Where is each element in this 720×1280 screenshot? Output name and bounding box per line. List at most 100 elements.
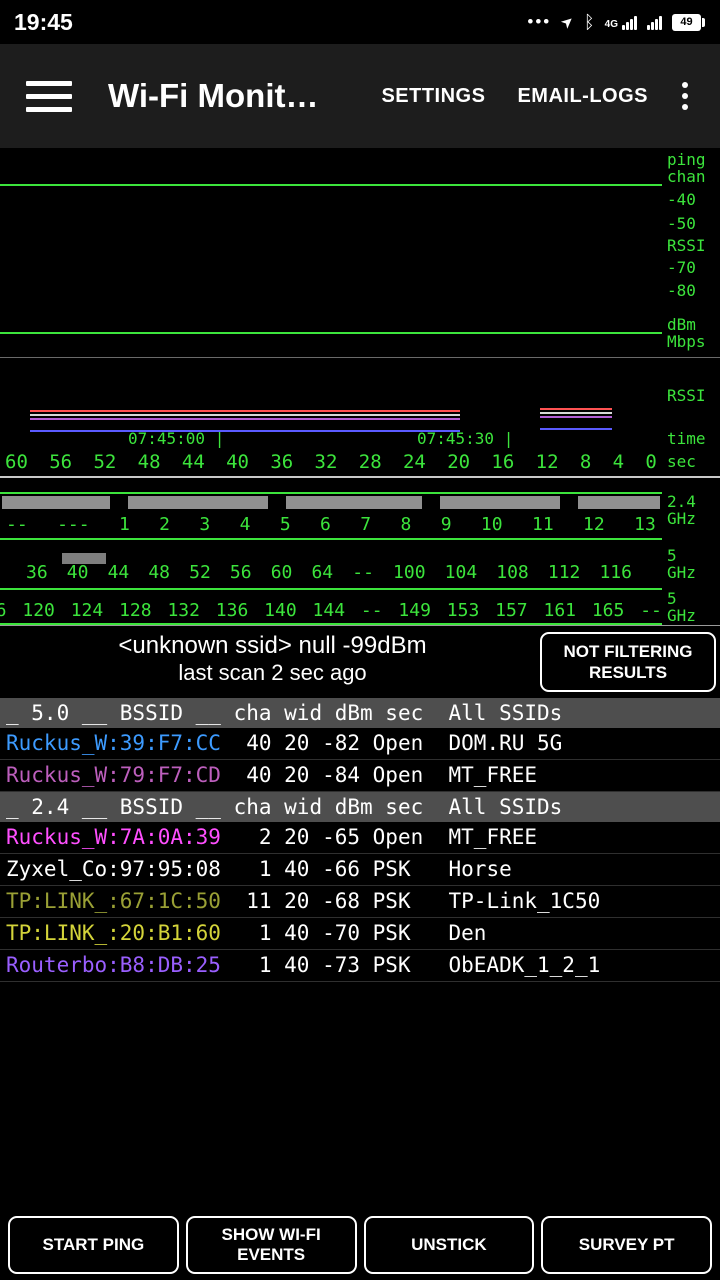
chart-grid-line (0, 588, 662, 590)
table-header-5ghz: _ 5.0 __ BSSID __ cha wid dBm sec All SS… (0, 698, 720, 728)
table-header-columns: cha wid dBm sec All SSIDs (220, 701, 563, 725)
table-rows-2-4ghz: Ruckus_W:7A:0A:39 2 20 -65 Open MT_FREE Z… (0, 822, 720, 982)
channel-label: 11 (531, 514, 554, 535)
channel-label: 9 (440, 514, 452, 535)
status-bar: 19:45 ••• ➤ ᛒ 4G 49 (0, 0, 720, 44)
network-row-details: 2 20 -65 Open MT_FREE (220, 825, 538, 849)
channel-label: 165 (591, 600, 625, 621)
channel-label: 128 (119, 600, 152, 621)
start-ping-button[interactable]: START PING (8, 1216, 179, 1274)
channel-label: 10 (480, 514, 503, 535)
network-row[interactable]: Ruckus_W:7A:0A:39 2 20 -65 Open MT_FREE (0, 822, 720, 854)
last-scan-label: last scan 2 sec ago (178, 660, 367, 685)
email-logs-button[interactable]: EMAIL-LOGS (517, 85, 648, 108)
network-row-details: 1 40 -73 PSK ObEADK_1_2_1 (220, 953, 601, 977)
ping-chart: ping chan -40 -50 RSSI -70 -80 dBm Mbps (0, 148, 720, 358)
network-row[interactable]: TP:LINK_:20:B1:60 1 40 -70 PSK Den (0, 918, 720, 950)
channel-label: 112 (547, 562, 581, 583)
ping-axis-label: ping (667, 150, 706, 169)
channel-label: 52 (189, 562, 211, 583)
channel-usage-bar (286, 496, 422, 509)
mbps-axis-label: Mbps (667, 332, 706, 351)
bssid-label: Ruckus_W:7A:0A:39 (6, 825, 221, 849)
rssi-axis-label: RSSI (667, 386, 706, 405)
bssid-label: TP:LINK_:20:B1:60 (6, 921, 221, 945)
table-header-2-4ghz: _ 2.4 __ BSSID __ cha wid dBm sec All SS… (0, 792, 720, 822)
rssi-trace-line (30, 414, 460, 416)
chart-grid-line (0, 538, 662, 540)
rssi-trace-line (30, 410, 460, 412)
channel-label: 44 (107, 562, 130, 583)
table-header-columns: cha wid dBm sec All SSIDs (220, 795, 563, 819)
rssi-tick-label: -80 (667, 281, 696, 300)
channel-row-2-4ghz: -- --- 1 2 3 4 5 6 7 8 9 10 11 12 13 (6, 514, 656, 535)
network-row[interactable]: Ruckus_W:79:F7:CD 40 20 -84 Open MT_FREE (0, 760, 720, 792)
location-arrow-icon: ➤ (557, 11, 579, 33)
channel-label: -- (6, 514, 28, 535)
bssid-label: Routerbo:B8:DB:25 (6, 953, 221, 977)
channel-label: 120 (22, 600, 55, 621)
time-axis-tick: 12 (535, 451, 559, 473)
channel-label: 60 (270, 562, 293, 583)
app-bar-actions: SETTINGS EMAIL-LOGS (381, 78, 690, 114)
signal-bars-icon-2 (647, 15, 662, 30)
network-row[interactable]: Zyxel_Co:97:95:08 1 40 -66 PSK Horse (0, 854, 720, 886)
time-axis-tick: 44 (181, 451, 205, 473)
table-rows-5ghz: Ruckus_W:39:F7:CC 40 20 -82 Open DOM.RU … (0, 728, 720, 792)
channel-label: 100 (393, 562, 426, 583)
time-axis-tick: 0 (645, 451, 657, 473)
rssi-tick-label: -40 (667, 190, 696, 209)
channel-row-5ghz-low: 36 40 44 48 52 56 60 64 -- 100 104 108 112 116 (26, 562, 632, 583)
channel-label: 153 (446, 600, 480, 621)
not-filtering-results-button[interactable]: NOT FILTERING RESULTS (540, 632, 716, 692)
network-row[interactable]: Routerbo:B8:DB:25 1 40 -73 PSK ObEADK_1_… (0, 950, 720, 982)
rssi-trace-line (540, 428, 612, 430)
chart-grid-line (0, 492, 662, 494)
channel-row-5ghz-high: 116 120 124 128 132 136 140 144 -- 149 153 157 161 16… (0, 600, 662, 621)
settings-button[interactable]: SETTINGS (381, 85, 485, 108)
menu-icon[interactable] (26, 80, 72, 112)
time-axis-tick: 20 (447, 451, 471, 473)
channel-label: 1 (118, 514, 130, 535)
channel-label: -- (360, 600, 383, 621)
time-axis-tick: 40 (226, 451, 249, 473)
time-axis-tick: 32 (314, 451, 338, 473)
rssi-trace-line (30, 430, 460, 432)
channel-usage-bar (578, 496, 660, 509)
battery-icon: 49 (672, 13, 705, 31)
rssi-trace-line (540, 408, 612, 410)
time-axis-tick: 4 (612, 451, 625, 473)
channel-label: 116 (0, 600, 7, 621)
network-row[interactable]: Ruckus_W:39:F7:CC 40 20 -82 Open DOM.RU … (0, 728, 720, 760)
bssid-label: Ruckus_W:79:F7:CD (6, 763, 221, 787)
channel-label: 56 (229, 562, 252, 583)
timestamp-label: 07:45:30 | (417, 429, 514, 448)
current-ssid-label: <unknown ssid> null -99dBm (118, 632, 427, 659)
network-table: _ 5.0 __ BSSID __ cha wid dBm sec All SS… (0, 698, 720, 982)
network-row-details: 40 20 -84 Open MT_FREE (220, 763, 538, 787)
channel-usage-bar (2, 496, 110, 509)
channel-label: 144 (312, 600, 346, 621)
channel-usage-bar (128, 496, 268, 509)
chan-axis-label: chan (667, 167, 706, 186)
band-unit-label: GHz (667, 606, 696, 625)
unstick-button[interactable]: UNSTICK (363, 1216, 535, 1274)
time-axis-tick: 60 (5, 451, 28, 473)
survey-pt-button[interactable]: SURVEY PT (541, 1216, 712, 1274)
channel-label: 132 (167, 600, 200, 621)
band-label-5ghz: 5 (667, 589, 677, 608)
network-row[interactable]: TP:LINK_:67:1C:50 11 20 -68 PSK TP-Link_… (0, 886, 720, 918)
channel-label: 3 (199, 514, 211, 535)
network-type-label: 4G (604, 18, 618, 30)
band-unit-label: GHz (667, 563, 696, 582)
channel-label: 13 (634, 514, 656, 535)
time-axis-tick: 16 (491, 451, 515, 473)
bssid-label: Zyxel_Co:97:95:08 (6, 857, 221, 881)
show-wifi-events-button[interactable]: SHOW WI-FI EVENTS (185, 1216, 357, 1274)
channel-label: 108 (496, 562, 529, 583)
band-label-2-4ghz: 2.4 (667, 492, 696, 511)
timestamp-label: 07:45:00 | (128, 429, 225, 448)
overflow-menu-icon[interactable] (680, 78, 690, 114)
channel-label: -- (352, 562, 374, 583)
network-row-details: 11 20 -68 PSK TP-Link_1C50 (220, 889, 601, 913)
